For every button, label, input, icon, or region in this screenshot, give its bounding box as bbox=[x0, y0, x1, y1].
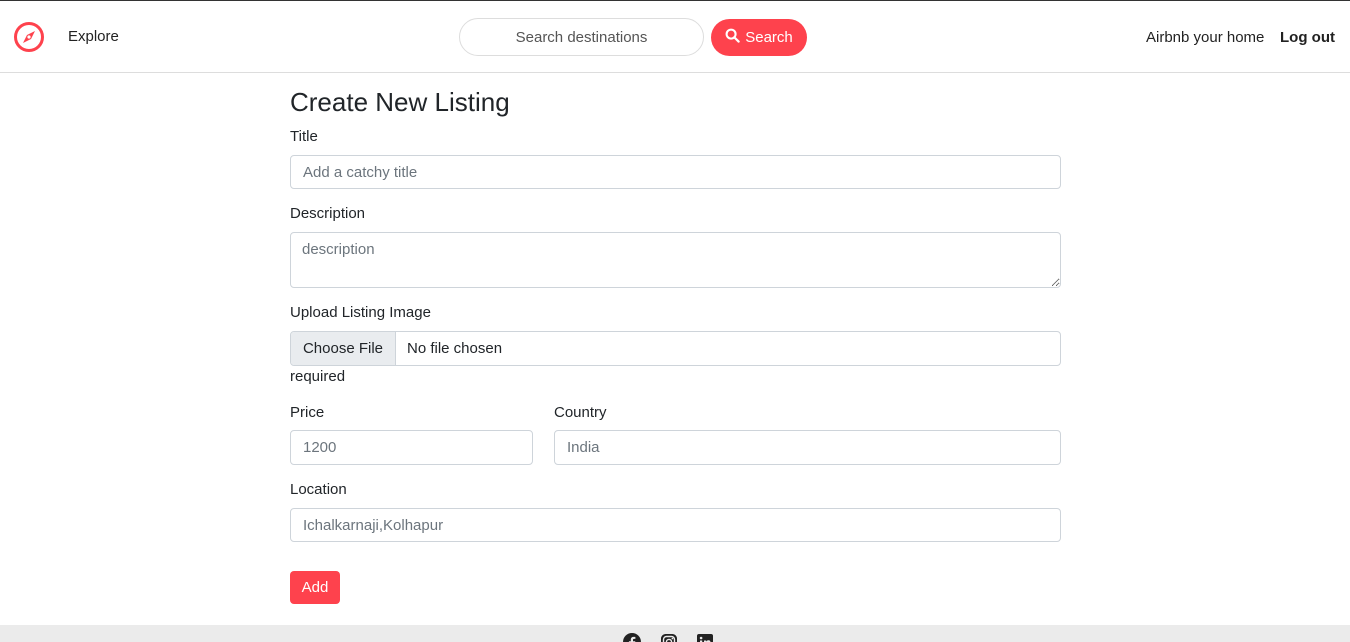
compass-icon[interactable] bbox=[13, 21, 45, 53]
facebook-icon[interactable] bbox=[623, 633, 641, 642]
search-icon bbox=[725, 28, 740, 47]
search-button[interactable]: Search bbox=[711, 19, 807, 56]
file-status-text: No file chosen bbox=[407, 340, 503, 357]
country-label: Country bbox=[554, 404, 607, 421]
search-button-label: Search bbox=[745, 29, 793, 46]
search-input[interactable] bbox=[459, 18, 704, 56]
choose-file-button[interactable]: Choose File bbox=[291, 332, 396, 365]
price-input[interactable] bbox=[290, 430, 533, 465]
location-input[interactable] bbox=[290, 508, 1061, 542]
nav-link-explore[interactable]: Explore bbox=[68, 28, 119, 45]
linkedin-icon[interactable] bbox=[696, 633, 714, 642]
nav-link-logout[interactable]: Log out bbox=[1280, 29, 1335, 46]
footer bbox=[0, 625, 1350, 642]
page-title: Create New Listing bbox=[290, 87, 510, 117]
add-button[interactable]: Add bbox=[290, 571, 340, 604]
image-feedback: required bbox=[290, 368, 346, 385]
country-input[interactable] bbox=[554, 430, 1061, 465]
instagram-icon[interactable] bbox=[660, 633, 678, 642]
navbar: Explore Search Airbnb your home Log out bbox=[0, 1, 1350, 73]
description-label: Description bbox=[290, 205, 366, 222]
nav-link-host[interactable]: Airbnb your home bbox=[1146, 29, 1264, 46]
price-label: Price bbox=[290, 404, 325, 421]
image-label: Upload Listing Image bbox=[290, 304, 431, 321]
title-input[interactable] bbox=[290, 155, 1061, 189]
location-label: Location bbox=[290, 481, 347, 498]
title-label: Title bbox=[290, 128, 318, 145]
image-file-input[interactable]: Choose File No file chosen bbox=[290, 331, 1061, 366]
description-textarea[interactable] bbox=[290, 232, 1061, 288]
